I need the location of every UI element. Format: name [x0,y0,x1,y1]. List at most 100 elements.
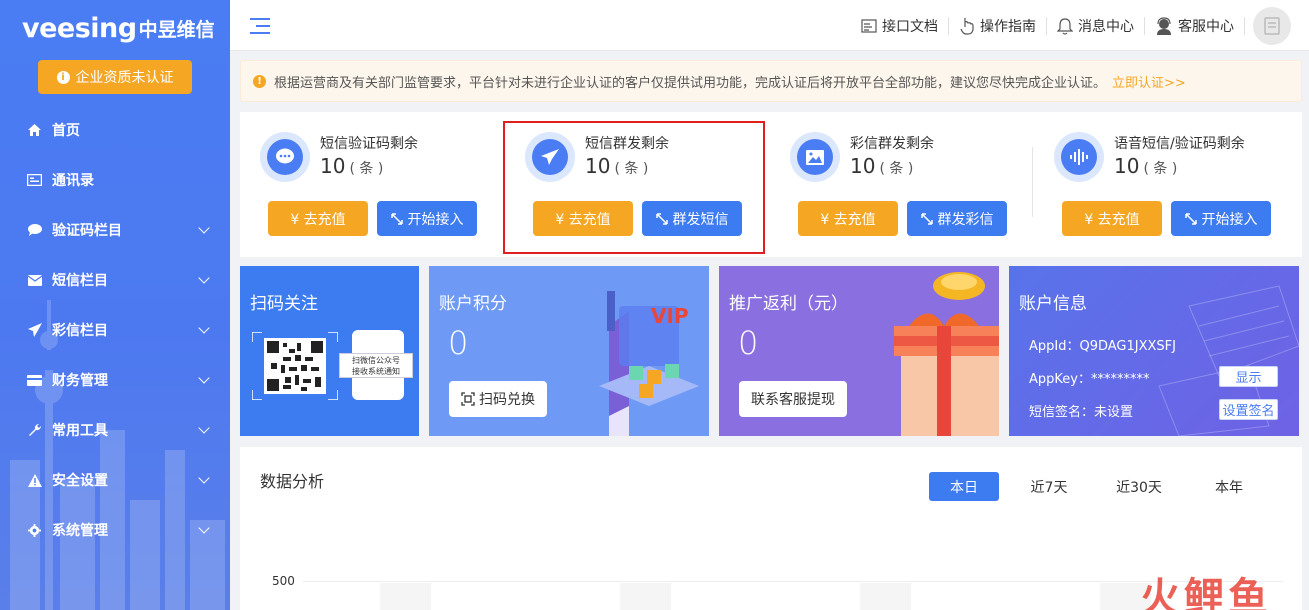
guide-link[interactable]: 操作指南 [949,17,1047,35]
sidebar-item-label: 通讯录 [52,173,94,189]
info-icon: i [56,70,70,84]
gift-box-illustration [894,272,999,436]
message-center-label: 消息中心 [1078,19,1134,35]
tile-title: 扫码关注 [250,294,318,314]
tab-today[interactable]: 本日 [929,472,999,501]
vip-text: VIP [651,304,689,328]
top-header: 接口文档 操作指南 消息中心 客服中心 [230,0,1309,51]
message-center-link[interactable]: 消息中心 [1047,17,1145,35]
highlight-box [503,121,765,254]
sidebar-item-tools[interactable]: 常用工具 [0,405,230,455]
period-tabs: 本日 近7天 近30天 本年 [919,472,1269,501]
avatar-icon [1264,17,1280,35]
points-value: 0 [448,324,469,362]
tile-title: 账户信息 [1019,294,1087,314]
tile-points: VIP 账户积分 0 扫码兑换 [429,266,709,436]
logo-brand: veesing [22,12,137,44]
tab-year[interactable]: 本年 [1189,472,1269,501]
balance-title: 短信验证码剩余 [320,136,418,152]
chevron-down-icon [198,322,210,334]
user-avatar[interactable] [1253,7,1291,45]
tab-30-days[interactable]: 近30天 [1099,472,1179,501]
support-center-label: 客服中心 [1178,19,1234,35]
recharge-button[interactable]: ¥ 去充值 [1062,201,1162,236]
appid-row: AppId：Q9DAG1JXXSFJ [1029,339,1176,354]
resize-icon [1184,212,1197,225]
sidebar-item-label: 常用工具 [52,423,108,439]
guide-label: 操作指南 [980,19,1036,35]
sidebar-item-mms[interactable]: 彩信栏目 [0,305,230,355]
api-docs-label: 接口文档 [882,19,938,35]
warning-icon [27,473,42,488]
cert-notice-banner: ! 根据运营商及有关部门监管要求，平台针对未进行企业认证的客户仅提供试用功能，完… [240,60,1302,102]
gridline [303,581,1283,582]
contact-support-withdraw-button[interactable]: 联系客服提现 [739,381,847,417]
balance-count: 10( 条 ) [320,154,384,178]
header-links: 接口文档 操作指南 消息中心 客服中心 [851,7,1291,45]
scan-redeem-button[interactable]: 扫码兑换 [449,381,547,417]
y-axis-tick: 500 [272,574,295,588]
chat-icon [27,223,42,238]
support-icon [1157,17,1171,35]
sms-sign-row: 短信签名：未设置 [1029,405,1134,420]
balance-count: 10( 条 ) [850,154,914,178]
sidebar-item-security[interactable]: 安全设置 [0,455,230,505]
sidebar-item-label: 首页 [52,123,80,139]
sidebar-item-system[interactable]: 系统管理 [0,505,230,555]
card-icon [27,373,42,388]
tile-scan-follow: 扫码关注 扫微信公众号 接收系统通知 [240,266,419,436]
sidebar-item-label: 财务管理 [52,373,108,389]
balance-count: 10( 条 ) [1114,154,1178,178]
sidebar-item-sms[interactable]: 短信栏目 [0,255,230,305]
balance-title: 彩信群发剩余 [850,136,934,152]
start-access-button[interactable]: 开始接入 [1171,201,1271,236]
balance-card-voice: 语音短信/验证码剩余 10( 条 ) ¥ 去充值 开始接入 [1034,112,1274,257]
sidebar: veesing 中昱维信 i 企业资质未认证 首页 通讯录 验证码栏目 短信栏目… [0,0,230,610]
chart-bar [860,583,911,610]
notice-text: 根据运营商及有关部门监管要求，平台针对未进行企业认证的客户仅提供试用功能，完成认… [274,75,1107,91]
chevron-down-icon [198,422,210,434]
logo[interactable]: veesing 中昱维信 [22,12,215,44]
analysis-title: 数据分析 [260,472,325,491]
certify-now-link[interactable]: 立即认证>> [1112,72,1186,91]
support-center-link[interactable]: 客服中心 [1145,17,1245,35]
sms-sign-value: 未设置 [1094,405,1134,420]
sidebar-item-label: 安全设置 [52,473,108,489]
mail-icon [27,273,42,288]
enterprise-cert-label: 企业资质未认证 [75,70,174,86]
phone-text-2: 接收系统通知 [352,367,400,376]
balance-panel: 短信验证码剩余 10( 条 ) ¥ 去充值 开始接入 短信群发剩余 10( 条 … [240,112,1302,257]
sidebar-item-label: 系统管理 [52,523,108,539]
show-appkey-button[interactable]: 显示 [1219,366,1278,387]
bulk-mms-button[interactable]: 群发彩信 [907,201,1007,236]
sidebar-menu: 首页 通讯录 验证码栏目 短信栏目 彩信栏目 财务管理 常用工具 安全设置 系统… [0,105,230,555]
image-icon [790,132,840,182]
sidebar-item-finance[interactable]: 财务管理 [0,355,230,405]
phone-illustration: 扫微信公众号 接收系统通知 [339,330,413,400]
enterprise-cert-button[interactable]: i 企业资质未认证 [38,60,192,94]
balance-title: 语音短信/验证码剩余 [1114,136,1245,152]
tile-account-info: 账户信息 AppId：Q9DAG1JXXSFJ AppKey：*********… [1009,266,1299,436]
divider [1032,147,1033,217]
chevron-down-icon [198,522,210,534]
sidebar-item-home[interactable]: 首页 [0,105,230,155]
sidebar-item-contacts[interactable]: 通讯录 [0,155,230,205]
sidebar-item-verify-code[interactable]: 验证码栏目 [0,205,230,255]
recharge-button[interactable]: ¥ 去充值 [798,201,898,236]
start-access-button[interactable]: 开始接入 [377,201,477,236]
balance-card-verify-code: 短信验证码剩余 10( 条 ) ¥ 去充值 开始接入 [240,112,480,257]
api-docs-link[interactable]: 接口文档 [851,17,949,35]
rebate-value: 0 [738,324,759,362]
tab-7-days[interactable]: 近7天 [1009,472,1089,501]
menu-toggle-icon[interactable] [250,17,270,35]
gear-icon [27,523,42,538]
appkey-row: AppKey：********* [1029,372,1150,387]
bell-icon [1057,17,1073,35]
set-signature-button[interactable]: 设置签名 [1219,399,1278,420]
resize-icon [390,212,403,225]
watermark: 火鲤鱼 [1140,575,1272,610]
qr-code-icon[interactable] [252,332,338,400]
recharge-button[interactable]: ¥ 去充值 [268,201,368,236]
chevron-down-icon [198,272,210,284]
tile-title: 账户积分 [439,294,507,314]
